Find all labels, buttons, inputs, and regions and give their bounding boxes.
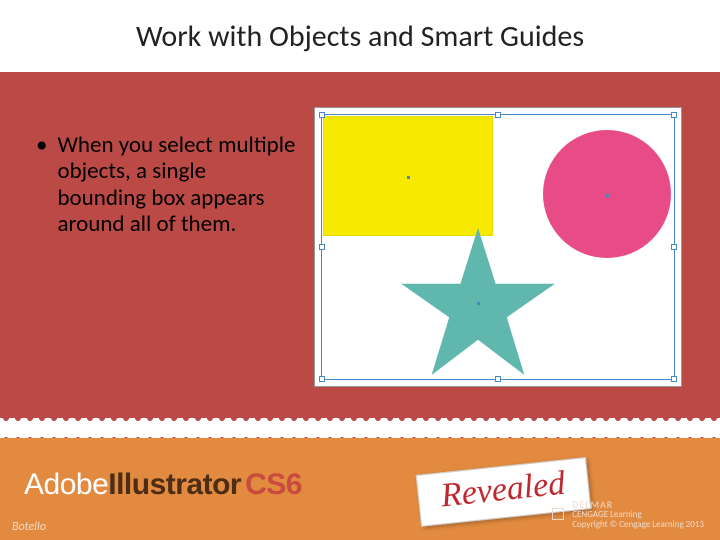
handle-icon [671, 376, 677, 382]
bounding-box [321, 114, 675, 380]
brand-logo: Adobe Illustrator CS6 [24, 468, 302, 502]
brand-illustrator: Illustrator [108, 468, 241, 502]
handle-icon [319, 244, 325, 250]
handle-icon [319, 112, 325, 118]
revealed-text: Revealed [439, 465, 567, 515]
torn-paper-divider [0, 418, 720, 440]
handle-icon [495, 376, 501, 382]
center-point-icon [477, 302, 480, 305]
handle-icon [671, 112, 677, 118]
figure-canvas [314, 107, 682, 387]
brand-adobe: Adobe [24, 468, 108, 502]
body-text: • When you select multiple objects, a si… [36, 132, 296, 238]
publisher-text: DELMAR CENGAGE Learning Copyright © Ceng… [572, 499, 704, 530]
bullet-text: When you select multiple objects, a sing… [57, 132, 296, 238]
copyright: Copyright © Cengage Learning 2013 [572, 520, 704, 530]
slide: Work with Objects and Smart Guides • Whe… [0, 0, 720, 540]
title-bar: Work with Objects and Smart Guides [0, 0, 720, 72]
center-point-icon [407, 176, 410, 179]
footer: Adobe Illustrator CS6 Revealed Botello D… [0, 438, 720, 540]
bullet-item: • When you select multiple objects, a si… [36, 132, 296, 238]
bullet-marker: • [36, 132, 47, 238]
slide-title: Work with Objects and Smart Guides [136, 18, 584, 55]
author-name: Botello [12, 520, 46, 534]
brand-cs6: CS6 [245, 468, 302, 502]
handle-icon [671, 244, 677, 250]
handle-icon [495, 112, 501, 118]
publisher-block: DELMAR CENGAGE Learning Copyright © Ceng… [552, 499, 704, 530]
handle-icon [319, 376, 325, 382]
center-point-icon [606, 194, 609, 197]
publisher-logo-icon [552, 508, 566, 522]
